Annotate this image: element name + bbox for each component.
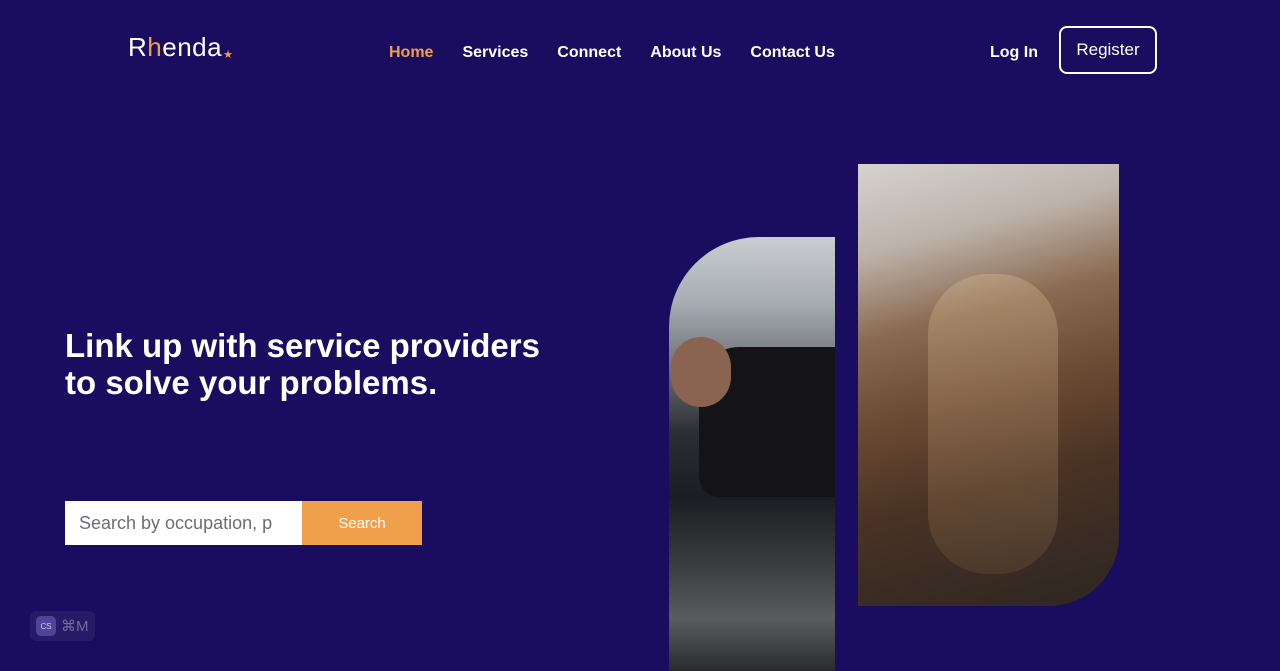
nav-home[interactable]: Home <box>389 44 433 62</box>
mechanic-image <box>669 237 835 671</box>
register-button[interactable]: Register <box>1059 26 1157 74</box>
hero-title: Link up with service providers to solve … <box>65 327 585 401</box>
hero-title-line2: to solve your problems. <box>65 364 438 401</box>
landing-page: Rh enda ★ Home Services Connect About Us C… <box>0 0 1280 671</box>
nav-contact-us[interactable]: Contact Us <box>750 44 834 62</box>
nav-about-us[interactable]: About Us <box>650 44 721 62</box>
nav-services[interactable]: Services <box>462 44 528 62</box>
logo-text-start: R <box>128 32 148 62</box>
brand-logo[interactable]: Rh enda ★ <box>128 32 233 63</box>
search-bar: Search <box>65 501 422 545</box>
shortcut-app-icon: CS <box>36 616 56 636</box>
mechanic-head <box>671 337 731 407</box>
nav-connect[interactable]: Connect <box>557 44 621 62</box>
main-nav: Home Services Connect About Us Contact U… <box>389 44 835 62</box>
hair-highlight <box>928 274 1058 574</box>
shortcut-badge[interactable]: CS ⌘M <box>30 611 95 641</box>
hairstylist-image <box>858 164 1119 606</box>
logo-text-accent: h <box>147 32 163 62</box>
login-link[interactable]: Log In <box>990 44 1038 62</box>
logo-star-icon: ★ <box>223 49 234 61</box>
hero-title-line1: Link up with service providers <box>65 327 540 364</box>
search-input[interactable] <box>65 501 302 545</box>
logo-text-end: enda <box>162 32 223 62</box>
search-button[interactable]: Search <box>302 501 422 545</box>
shortcut-keys: ⌘M <box>61 618 89 635</box>
